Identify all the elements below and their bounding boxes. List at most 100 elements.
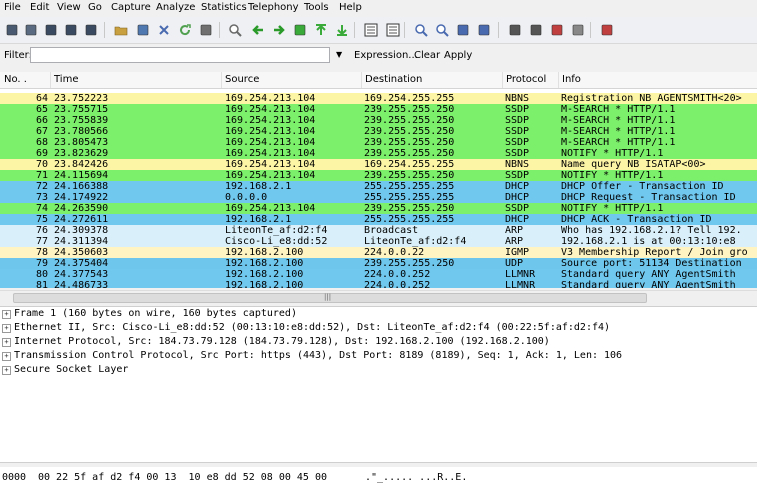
packet-bytes-pane[interactable]: 0000 00 22 5f af d2 f4 00 13 10 e8 dd 52…: [0, 467, 757, 485]
expand-icon[interactable]: +: [2, 366, 11, 375]
packet-list-header: No. . Time Source Destination Protocol I…: [0, 72, 757, 89]
column-header-info[interactable]: Info: [562, 74, 581, 85]
packet-row[interactable]: 67 23.780566 169.254.213.104 239.255.255.25…: [0, 126, 757, 137]
packet-info: NOTIFY * HTTP/1.1: [561, 170, 664, 181]
packet-row[interactable]: 69 23.823629 169.254.213.104 239.255.255.25…: [0, 148, 757, 159]
packet-list[interactable]: No. . Time Source Destination Protocol I…: [0, 72, 757, 288]
clear-button[interactable]: Clear: [414, 50, 440, 61]
packet-destination: 239.255.255.250: [364, 104, 455, 115]
expand-icon[interactable]: +: [2, 338, 11, 347]
column-header-source[interactable]: Source: [225, 74, 259, 85]
menu-go[interactable]: Go: [88, 2, 102, 13]
display-filter-input[interactable]: [30, 47, 330, 63]
packet-protocol: SSDP: [505, 148, 530, 159]
capture-filters-icon[interactable]: [506, 21, 523, 38]
interfaces-icon[interactable]: [3, 21, 20, 38]
scrollbar-grip-icon: |||: [324, 293, 332, 301]
packet-protocol: IGMP: [505, 247, 530, 258]
packet-row[interactable]: 71 24.115694 169.254.213.104 239.255.255.25…: [0, 170, 757, 181]
menu-tools[interactable]: Tools: [304, 2, 329, 13]
expand-icon[interactable]: +: [2, 310, 11, 319]
column-header-destination[interactable]: Destination: [365, 74, 422, 85]
detail-tree-item[interactable]: + Secure Socket Layer: [0, 363, 757, 377]
menu-capture[interactable]: Capture: [111, 2, 151, 13]
menu-telephony[interactable]: Telephony: [248, 2, 299, 13]
coloring-rules-icon[interactable]: [548, 21, 565, 38]
menu-edit[interactable]: Edit: [30, 2, 49, 13]
packet-destination: LiteonTe_af:d2:f4: [364, 236, 467, 247]
packet-row[interactable]: 78 24.350603 192.168.2.100 224.0.0.22 IGMP V3…: [0, 247, 757, 258]
menu-analyze[interactable]: Analyze: [156, 2, 195, 13]
packet-row[interactable]: 68 23.805473 169.254.213.104 239.255.255.25…: [0, 137, 757, 148]
detail-tree-item[interactable]: + Frame 1 (160 bytes on wire, 160 bytes c…: [0, 307, 757, 321]
packet-info: Source port: 51134 Destination: [561, 258, 742, 269]
colorize-icon[interactable]: [362, 21, 379, 38]
expression-button[interactable]: Expression...: [354, 50, 418, 61]
save-file-icon[interactable]: [134, 21, 151, 38]
packet-protocol: DHCP: [505, 181, 530, 192]
packet-protocol: LLMNR: [505, 280, 536, 288]
close-file-icon[interactable]: [155, 21, 172, 38]
packet-info: DHCP ACK - Transaction ID: [561, 214, 712, 225]
print-icon[interactable]: [197, 21, 214, 38]
packet-row[interactable]: 74 24.263590 169.254.213.104 239.255.255.25…: [0, 203, 757, 214]
menu-file[interactable]: File: [4, 2, 21, 13]
start-capture-icon[interactable]: [42, 21, 59, 38]
packet-info: V3 Membership Report / Join gro: [561, 247, 748, 258]
auto-scroll-icon[interactable]: [384, 21, 401, 38]
packet-row[interactable]: 70 23.842426 169.254.213.104 169.254.255.25…: [0, 159, 757, 170]
packet-row[interactable]: 64 23.752223 169.254.213.104 169.254.255.25…: [0, 93, 757, 104]
zoom-in-icon[interactable]: [412, 21, 429, 38]
detail-tree-item[interactable]: + Internet Protocol, Src: 184.73.79.128 (…: [0, 335, 757, 349]
menu-view[interactable]: View: [57, 2, 81, 13]
packet-row[interactable]: 76 24.309378 LiteonTe_af:d2:f4 Broadcast ARP…: [0, 225, 757, 236]
go-last-icon[interactable]: [333, 21, 350, 38]
packet-row[interactable]: 72 24.166388 192.168.2.1 255.255.255.255 DHC…: [0, 181, 757, 192]
packet-protocol: NBNS: [505, 159, 530, 170]
resize-columns-icon[interactable]: [475, 21, 492, 38]
open-file-icon[interactable]: [112, 21, 129, 38]
packet-row[interactable]: 80 24.377543 192.168.2.100 224.0.0.252 LLMNR…: [0, 269, 757, 280]
packet-number: 81: [35, 280, 48, 288]
column-header-no[interactable]: No. .: [4, 74, 27, 85]
help-icon[interactable]: [598, 21, 615, 38]
packet-number: 67: [35, 126, 48, 137]
apply-button[interactable]: Apply: [444, 50, 472, 61]
expand-icon[interactable]: +: [2, 324, 11, 333]
packet-details-pane[interactable]: + Frame 1 (160 bytes on wire, 160 bytes c…: [0, 306, 757, 463]
go-back-icon[interactable]: [249, 21, 266, 38]
zoom-out-icon[interactable]: [433, 21, 450, 38]
expand-icon[interactable]: +: [2, 352, 11, 361]
packet-row[interactable]: 65 23.755715 169.254.213.104 239.255.255.25…: [0, 104, 757, 115]
packet-info: M-SEARCH * HTTP/1.1: [561, 104, 676, 115]
normal-size-icon[interactable]: [454, 21, 471, 38]
detail-tree-item[interactable]: + Ethernet II, Src: Cisco-Li_e8:dd:52 (00…: [0, 321, 757, 335]
packet-number: 65: [35, 104, 48, 115]
stop-capture-icon[interactable]: [62, 21, 79, 38]
packet-row[interactable]: 81 24.486733 192.168.2.100 224.0.0.252 LLMNR…: [0, 280, 757, 288]
options-icon[interactable]: [22, 21, 39, 38]
packet-number: 71: [35, 170, 48, 181]
detail-tree-item[interactable]: + Transmission Control Protocol, Src Port…: [0, 349, 757, 363]
packet-number: 80: [35, 269, 48, 280]
go-first-icon[interactable]: [312, 21, 329, 38]
packet-row[interactable]: 75 24.272611 192.168.2.1 255.255.255.255 DHC…: [0, 214, 757, 225]
go-to-packet-icon[interactable]: [291, 21, 308, 38]
restart-capture-icon[interactable]: [82, 21, 99, 38]
column-header-time[interactable]: Time: [54, 74, 78, 85]
menu-help[interactable]: Help: [339, 2, 362, 13]
reload-icon[interactable]: [176, 21, 193, 38]
filter-dropdown-icon[interactable]: ▼: [336, 50, 342, 59]
preferences-icon[interactable]: [569, 21, 586, 38]
go-forward-icon[interactable]: [270, 21, 287, 38]
find-packet-icon[interactable]: [226, 21, 243, 38]
menu-statistics[interactable]: Statistics: [201, 2, 247, 13]
packet-row[interactable]: 73 24.174922 0.0.0.0 255.255.255.255 DHCP DHC…: [0, 192, 757, 203]
packet-time: 23.755839: [54, 115, 109, 126]
packet-row[interactable]: 77 24.311394 Cisco-Li_e8:dd:52 LiteonTe_af:…: [0, 236, 757, 247]
column-header-protocol[interactable]: Protocol: [506, 74, 546, 85]
packet-row[interactable]: 79 24.375404 192.168.2.100 239.255.255.250 U…: [0, 258, 757, 269]
packet-row[interactable]: 66 23.755839 169.254.213.104 239.255.255.25…: [0, 115, 757, 126]
packet-list-hscrollbar[interactable]: |||: [0, 290, 757, 304]
display-filters-icon[interactable]: [527, 21, 544, 38]
